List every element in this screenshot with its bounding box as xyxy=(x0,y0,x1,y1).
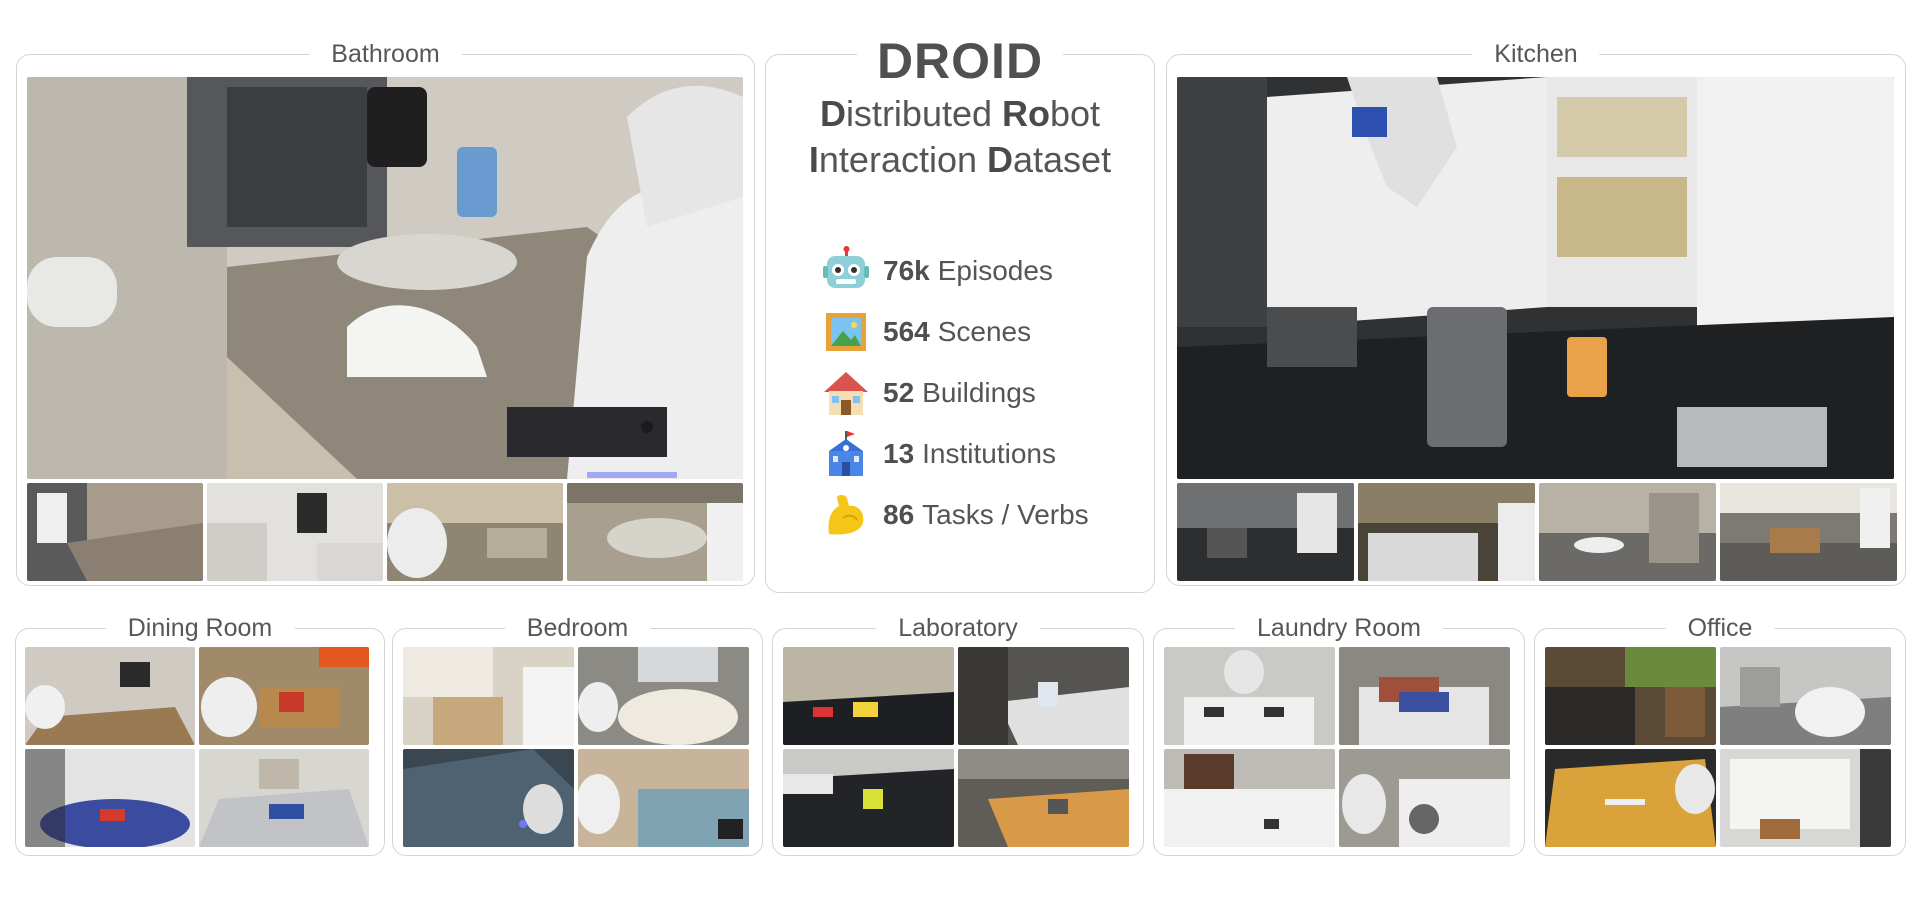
office-thumb-3 xyxy=(1545,749,1716,847)
laundry-room-title: Laundry Room xyxy=(1235,614,1443,642)
office-thumb-2 xyxy=(1720,647,1891,745)
lab-thumb-3 xyxy=(783,749,954,847)
subtitle-line-1: Distributed Robot xyxy=(819,93,1101,134)
bathroom-thumb-3 xyxy=(387,483,563,581)
laboratory-title: Laboratory xyxy=(876,614,1040,642)
lab-thumb-1 xyxy=(783,647,954,745)
lab-thumb-2 xyxy=(958,647,1129,745)
office-thumb-4 xyxy=(1720,749,1891,847)
robot-icon xyxy=(821,246,871,296)
dining-thumb-2 xyxy=(199,647,369,745)
kitchen-thumb-4 xyxy=(1720,483,1897,581)
bathroom-thumb-1 xyxy=(27,483,203,581)
framed-picture-icon xyxy=(821,307,871,357)
kitchen-thumb-2 xyxy=(1358,483,1535,581)
lab-thumb-4 xyxy=(958,749,1129,847)
school-icon xyxy=(821,429,871,479)
bedroom-thumb-4 xyxy=(578,749,749,847)
stat-scenes: 564 Scenes xyxy=(821,304,1031,360)
droid-title: DROID xyxy=(856,33,1064,89)
dining-room-panel: Dining Room xyxy=(15,614,385,856)
laundry-thumb-3 xyxy=(1164,749,1335,847)
office-panel: Office xyxy=(1534,614,1906,856)
bedroom-title: Bedroom xyxy=(504,614,651,642)
laundry-thumb-1 xyxy=(1164,647,1335,745)
subtitle-line-2: Interaction Dataset xyxy=(808,139,1112,180)
stat-buildings: 52 Buildings xyxy=(821,365,1036,421)
laundry-thumb-2 xyxy=(1339,647,1510,745)
bedroom-thumb-1 xyxy=(403,647,574,745)
stat-episodes: 76k Episodes xyxy=(821,243,1053,299)
stat-tasks: 86 Tasks / Verbs xyxy=(821,487,1089,543)
kitchen-title: Kitchen xyxy=(1472,40,1600,68)
dining-thumb-3 xyxy=(25,749,195,847)
house-icon xyxy=(821,368,871,418)
kitchen-panel: Kitchen xyxy=(1166,40,1906,586)
office-thumb-1 xyxy=(1545,647,1716,745)
kitchen-thumb-1 xyxy=(1177,483,1354,581)
bedroom-panel: Bedroom xyxy=(392,614,763,856)
bathroom-main-photo xyxy=(27,77,743,479)
bathroom-panel: Bathroom xyxy=(16,40,755,586)
flexed-bicep-icon xyxy=(821,490,871,540)
bathroom-title: Bathroom xyxy=(309,40,462,68)
dining-room-title: Dining Room xyxy=(105,614,295,642)
stat-institutions: 13 Institutions xyxy=(821,426,1056,482)
laboratory-panel: Laboratory xyxy=(772,614,1144,856)
dining-thumb-1 xyxy=(25,647,195,745)
kitchen-thumb-3 xyxy=(1539,483,1716,581)
office-title: Office xyxy=(1665,614,1775,642)
bathroom-thumb-2 xyxy=(207,483,383,581)
bedroom-thumb-2 xyxy=(578,647,749,745)
laundry-room-panel: Laundry Room xyxy=(1153,614,1525,856)
droid-subtitle: Distributed Robot Interaction Dataset xyxy=(766,91,1154,183)
kitchen-main-photo xyxy=(1177,77,1894,479)
laundry-thumb-4 xyxy=(1339,749,1510,847)
bedroom-thumb-3 xyxy=(403,749,574,847)
dining-thumb-4 xyxy=(199,749,369,847)
bathroom-thumb-4 xyxy=(567,483,743,581)
droid-info-card: DROID Distributed Robot Interaction Data… xyxy=(765,33,1155,593)
